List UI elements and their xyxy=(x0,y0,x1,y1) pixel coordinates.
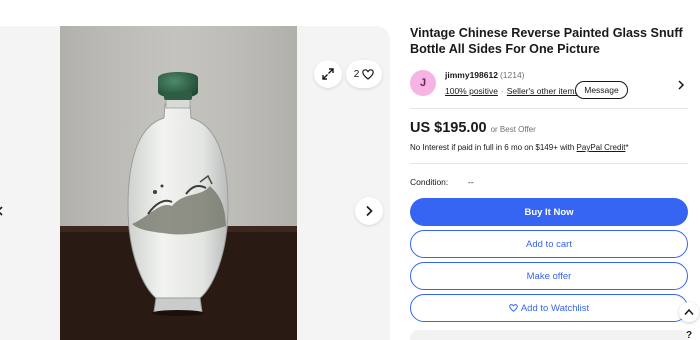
divider xyxy=(410,108,688,109)
divider xyxy=(410,163,688,164)
price-section: US $195.00 or Best Offer xyxy=(410,120,536,136)
seller-chevron-right-icon[interactable] xyxy=(676,80,686,90)
scroll-to-top-button[interactable] xyxy=(679,302,699,322)
listing-title: Vintage Chinese Reverse Painted Glass Sn… xyxy=(410,26,683,56)
expand-arrows-icon xyxy=(322,68,334,80)
condition-label: Condition: xyxy=(410,177,449,187)
heart-icon xyxy=(509,304,518,312)
product-photo[interactable] xyxy=(60,26,297,340)
item-price: US $195.00 xyxy=(410,120,487,136)
chevron-right-icon xyxy=(366,205,373,217)
financing-note: No Interest if paid in full in 6 mo on $… xyxy=(410,143,629,152)
seller-feedback-count: (1214) xyxy=(499,70,525,80)
seller-other-items-link[interactable]: Seller's other items xyxy=(507,86,579,96)
fullscreen-button[interactable] xyxy=(314,60,342,88)
watch-count: 2 xyxy=(353,68,360,80)
buy-it-now-button[interactable]: Buy It Now xyxy=(410,198,688,226)
seller-card: J jimmy198612 (1214) 100% positive · Sell… xyxy=(410,62,688,106)
gallery-watch-button[interactable]: 2 xyxy=(346,60,382,88)
condition-value: -- xyxy=(468,177,474,187)
make-offer-button[interactable]: Make offer xyxy=(410,262,688,290)
positive-feedback-link[interactable]: 100% positive xyxy=(445,86,498,96)
chevron-up-icon xyxy=(684,308,694,315)
add-to-cart-button[interactable]: Add to cart xyxy=(410,230,688,258)
seller-name-link[interactable]: jimmy198612 xyxy=(445,70,498,80)
add-to-watchlist-button[interactable]: Add to Watchlist xyxy=(410,294,688,322)
avatar[interactable]: J xyxy=(410,70,436,96)
next-image-button[interactable] xyxy=(355,197,383,225)
add-to-watchlist-label: Add to Watchlist xyxy=(520,302,590,314)
condition-row: Condition: -- xyxy=(410,177,474,187)
next-section-preview xyxy=(410,330,688,340)
separator-dot: · xyxy=(500,86,504,96)
message-button[interactable]: Message xyxy=(575,81,628,99)
previous-image-button[interactable] xyxy=(0,200,4,222)
best-offer-label: or Best Offer xyxy=(490,125,536,134)
heart-icon xyxy=(362,68,375,80)
help-button[interactable]: ? xyxy=(686,330,692,340)
paypal-credit-link[interactable]: PayPal Credit xyxy=(577,143,626,152)
image-gallery: 2 xyxy=(0,26,390,340)
